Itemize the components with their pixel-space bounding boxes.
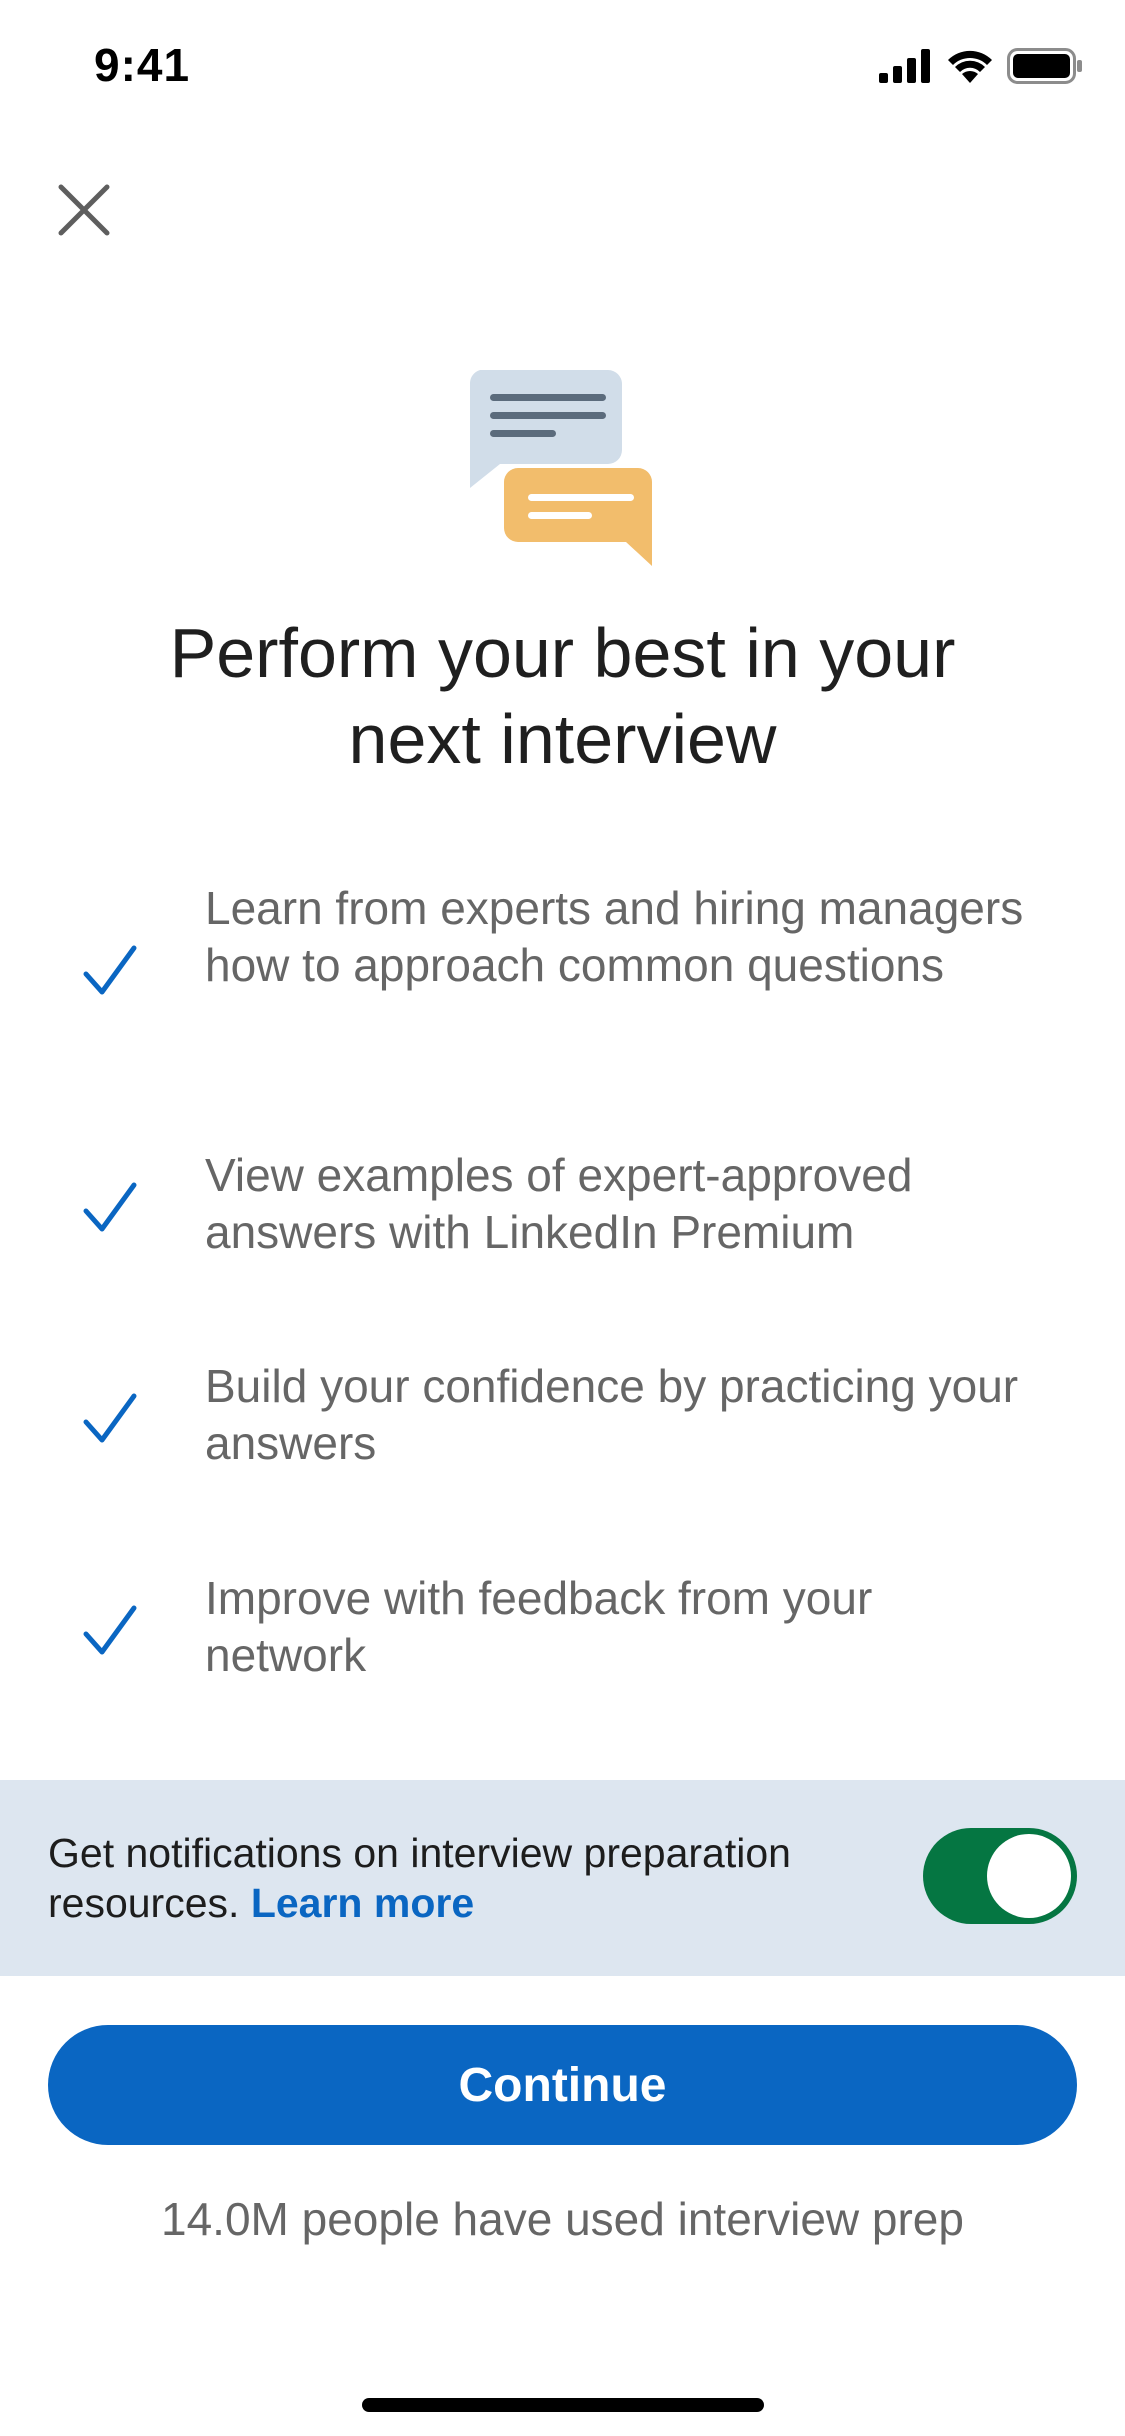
page-title: Perform your best in your next interview bbox=[169, 614, 956, 778]
checkmark-icon bbox=[80, 1179, 140, 1239]
notifications-toggle[interactable] bbox=[923, 1828, 1077, 1924]
battery-icon bbox=[1007, 47, 1083, 89]
checkmark-icon bbox=[80, 1602, 140, 1662]
learn-more-link[interactable]: Learn more bbox=[251, 1880, 474, 1926]
notification-text-block: Get notifications on interview preparati… bbox=[48, 1828, 908, 1928]
benefit-text: View examples of expert-approved answers… bbox=[205, 1149, 913, 1258]
status-bar: 9:41 bbox=[0, 0, 1125, 140]
checkmark-icon bbox=[80, 1390, 140, 1450]
close-icon bbox=[57, 183, 111, 242]
continue-button[interactable]: Continue bbox=[48, 2025, 1077, 2145]
notification-opt-in: Get notifications on interview preparati… bbox=[0, 1780, 1125, 1976]
benefit-text: Improve with feedback from your network bbox=[205, 1572, 873, 1681]
cellular-signal-icon bbox=[879, 48, 933, 88]
home-indicator[interactable] bbox=[362, 2398, 764, 2412]
checkmark-icon bbox=[80, 942, 140, 1002]
benefit-text: Learn from experts and hiring managers h… bbox=[205, 882, 1024, 991]
wifi-icon bbox=[947, 49, 993, 88]
close-button[interactable] bbox=[52, 180, 116, 244]
status-icons bbox=[879, 47, 1083, 89]
toggle-knob bbox=[987, 1834, 1071, 1918]
benefit-text: Build your confidence by practicing your… bbox=[205, 1360, 1019, 1469]
usage-count-text: 14.0M people have used interview prep bbox=[161, 2193, 964, 2245]
status-time: 9:41 bbox=[94, 39, 191, 91]
chat-bubbles-icon bbox=[466, 370, 662, 566]
